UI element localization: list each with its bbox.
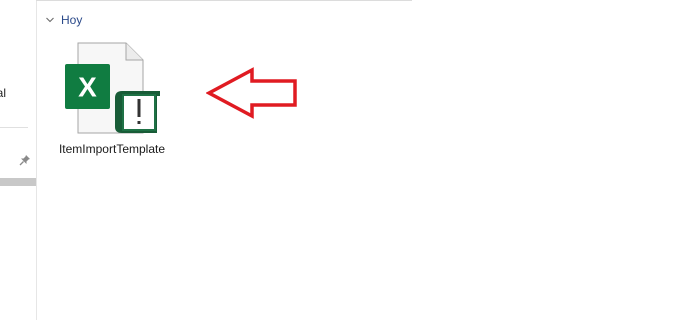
chevron-down-icon <box>46 17 54 23</box>
group-label: Hoy <box>61 13 83 27</box>
arrow-left-icon <box>206 67 297 119</box>
file-name: ItemImportTemplate <box>58 142 166 156</box>
nav-scrollbar[interactable] <box>0 178 36 186</box>
excel-letter: X <box>78 72 97 103</box>
file-item[interactable]: X ItemImportTemplate <box>54 38 170 174</box>
excel-file-warning-icon: X <box>65 42 160 134</box>
navigation-pane: nal <box>0 0 37 320</box>
nav-divider <box>0 127 28 128</box>
nav-item-label[interactable]: nal <box>0 86 6 100</box>
content-top-border <box>36 0 412 1</box>
group-header-today[interactable]: Hoy <box>45 11 82 29</box>
pin-icon[interactable] <box>19 154 31 166</box>
